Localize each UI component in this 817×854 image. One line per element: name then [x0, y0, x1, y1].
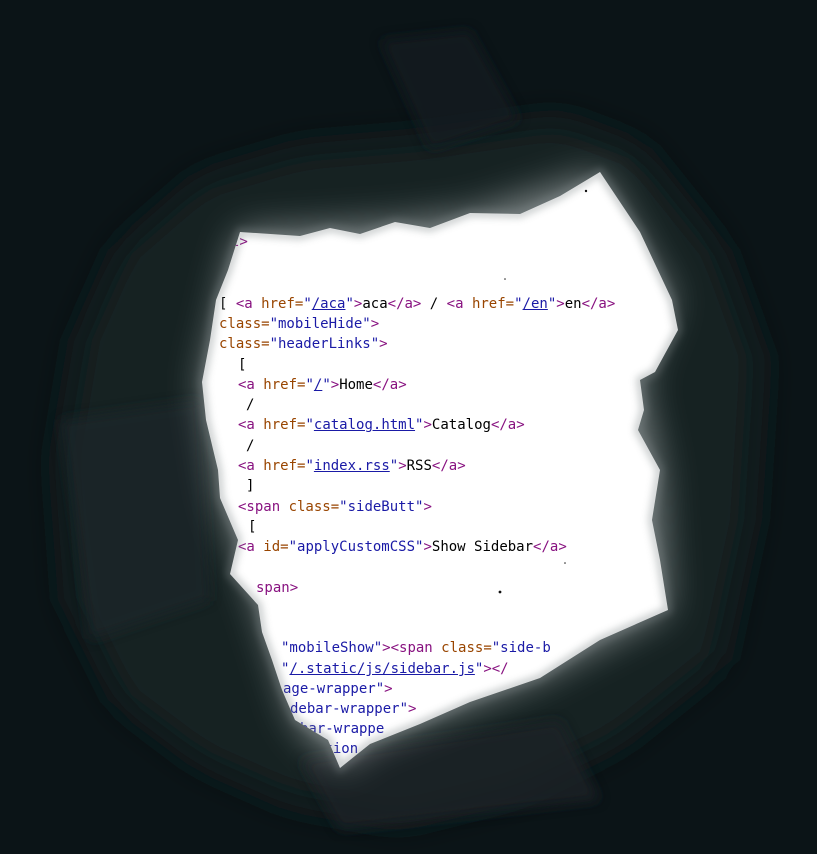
code-token: </a>: [387, 296, 422, 312]
code-token: </a>: [431, 458, 466, 474]
code-line: ]: [246, 476, 254, 496]
code-token: >: [423, 417, 432, 433]
code-token: ></: [483, 661, 509, 677]
code-token: Home: [339, 377, 373, 393]
code-token: <span: [238, 499, 289, 515]
code-token: >: [384, 681, 393, 697]
code-token: ": [514, 296, 523, 312]
code-token: "side-b: [491, 640, 551, 656]
code-line: class="mobileHide">: [219, 314, 379, 334]
code-token: en: [564, 296, 582, 312]
code-token: </a>: [490, 417, 525, 433]
code-token: [: [248, 519, 257, 535]
code-token: <a: [235, 296, 262, 312]
code-token: <a: [238, 377, 264, 393]
desktop-background: l> [ <a href="/aca">aca</a> / <a href="/…: [0, 0, 817, 854]
code-token: class=: [288, 499, 340, 515]
code-token: /: [246, 438, 255, 454]
code-token: >: [379, 336, 388, 352]
code-token: <a: [238, 539, 264, 555]
code-token: RSS: [406, 458, 432, 474]
code-token: ": [305, 417, 314, 433]
code-line: [: [248, 517, 256, 537]
code-token: </a>: [533, 539, 567, 555]
code-token: ><span: [382, 640, 442, 656]
code-token: >: [556, 296, 565, 312]
code-token: class=: [219, 316, 270, 332]
code-token: href=: [263, 377, 306, 393]
code-token: id=: [263, 539, 289, 555]
code-line: span>: [256, 578, 298, 598]
code-hyperlink[interactable]: /aca: [312, 296, 346, 312]
code-token: </a>: [372, 377, 407, 393]
code-token: ": [345, 296, 354, 312]
code-token: </a>: [581, 296, 616, 312]
code-line: "/.static/js/sidebar.js"></: [281, 659, 509, 679]
code-token: "mobileHide": [269, 316, 371, 332]
code-token: "headerLinks": [269, 336, 380, 352]
code-token: [: [219, 296, 236, 312]
code-token: href=: [263, 458, 306, 474]
code-token: "mobileShow": [281, 640, 383, 656]
code-line: <a href="index.rss">RSS</a>: [238, 456, 466, 476]
code-token: >: [398, 458, 407, 474]
code-hyperlink[interactable]: catalog.html: [314, 417, 415, 433]
code-line: <a href="/">Home</a>: [238, 375, 407, 395]
code-token: span>: [256, 580, 299, 596]
code-token: "applyCustomCSS": [288, 539, 424, 555]
code-line: <span class="sideButt">: [238, 497, 432, 517]
code-line: <a id="applyCustomCSS">Show Sidebar</a>: [238, 537, 567, 557]
code-token: href=: [261, 296, 304, 312]
code-token: <a: [446, 296, 472, 312]
code-token: >: [330, 377, 340, 393]
code-line: debar-wrapper">: [290, 699, 416, 719]
code-token: class=: [441, 640, 492, 656]
code-token: class=: [219, 336, 270, 352]
code-token: ": [305, 458, 314, 474]
code-line: [: [238, 355, 246, 375]
code-token: Catalog: [431, 417, 491, 433]
code-token: >: [423, 539, 432, 555]
code-line: [ <a href="/aca">aca</a> / <a href="/en"…: [219, 294, 615, 314]
code-token: >: [423, 499, 432, 515]
code-token: href=: [263, 417, 306, 433]
code-token: >: [408, 701, 417, 717]
code-token: ": [303, 296, 312, 312]
code-token: aca: [362, 296, 388, 312]
code-line: age-wrapper">: [283, 679, 393, 699]
code-token: <a: [238, 458, 264, 474]
code-token: ]: [246, 478, 255, 494]
code-token: href=: [471, 296, 515, 312]
code-line: class="headerLinks">: [219, 334, 388, 354]
code-line: <a href="catalog.html">Catalog</a>: [238, 415, 525, 435]
code-hyperlink[interactable]: /.static/js/sidebar.js: [289, 661, 474, 677]
code-token: [: [238, 357, 247, 373]
code-token: >: [370, 316, 380, 332]
code-token: ": [389, 458, 399, 474]
code-token: <a: [238, 417, 264, 433]
code-token: /: [421, 296, 447, 312]
code-token: debar-wrapper": [290, 701, 409, 717]
code-line: "mobileShow"><span class="side-b: [281, 638, 551, 658]
code-line: /: [246, 436, 254, 456]
code-line: /: [246, 395, 254, 415]
code-token: ": [322, 377, 331, 393]
code-token: "sideButt": [339, 499, 424, 515]
code-hyperlink[interactable]: index.rss: [314, 458, 390, 474]
code-token: ": [305, 377, 314, 393]
code-token: Show Sidebar: [431, 539, 534, 555]
code-token: age-wrapper": [283, 681, 385, 697]
code-token: /: [246, 397, 255, 413]
code-hyperlink[interactable]: /en: [523, 296, 548, 312]
